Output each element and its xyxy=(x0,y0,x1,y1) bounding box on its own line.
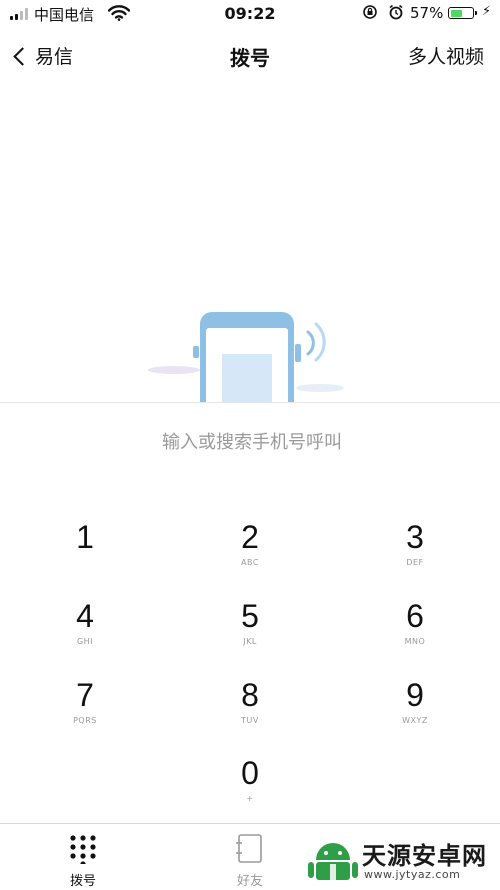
key-letters: PQRS xyxy=(73,716,97,725)
tab-friends[interactable]: 好友 xyxy=(190,824,310,890)
wifi-icon xyxy=(108,5,130,21)
watermark-text: 天源安卓网 xyxy=(362,842,487,870)
alarm-icon xyxy=(389,4,403,20)
key-digit: 8 xyxy=(241,677,259,713)
tab-label: 好友 xyxy=(236,874,263,889)
key-3[interactable]: 3 DEF xyxy=(355,518,475,584)
charging-bolt-icon: ⚡ xyxy=(482,4,492,19)
tab-label: 拨号 xyxy=(69,874,96,889)
phone-illustration-icon xyxy=(148,312,344,402)
key-digit: 0 xyxy=(241,755,259,791)
key-digit: 3 xyxy=(406,519,424,555)
tab-dial[interactable]: 拨号 xyxy=(23,824,143,890)
key-6[interactable]: 6 MNO xyxy=(355,597,475,663)
dialpad-icon xyxy=(70,835,96,864)
signal-bars-icon xyxy=(10,8,30,20)
key-digit: 7 xyxy=(76,677,94,713)
phone-number-input[interactable] xyxy=(50,424,454,460)
key-digit: 1 xyxy=(76,519,94,555)
key-letters: TUV xyxy=(241,716,259,725)
key-letters: JKL xyxy=(243,637,257,646)
key-8[interactable]: 8 TUV xyxy=(190,676,310,742)
status-bar: 中国电信 09:22 57% ⚡ xyxy=(0,0,500,28)
group-video-button[interactable]: 多人视频 xyxy=(408,42,484,69)
navigation-bar: 易信 拨号 多人视频 xyxy=(0,34,500,78)
key-2[interactable]: 2 ABC xyxy=(190,518,310,584)
key-7[interactable]: 7 PQRS xyxy=(25,676,145,742)
key-5[interactable]: 5 JKL xyxy=(190,597,310,663)
key-letters: ABC xyxy=(241,558,259,567)
watermark: 天源安卓网 www.jytyaz.com xyxy=(306,836,500,886)
key-1[interactable]: 1 xyxy=(25,518,145,584)
contacts-book-icon xyxy=(236,834,262,863)
clock-time: 09:22 xyxy=(224,4,276,23)
android-robot-logo-icon xyxy=(308,843,358,880)
key-letters: WXYZ xyxy=(402,716,428,725)
divider xyxy=(0,402,500,403)
key-digit: 4 xyxy=(76,598,94,634)
watermark-url: www.jytyaz.com xyxy=(364,868,461,881)
battery-level-fill xyxy=(450,9,462,17)
key-0[interactable]: 0 + xyxy=(190,754,310,820)
chevron-left-icon xyxy=(13,47,32,66)
battery-icon xyxy=(448,7,477,19)
key-letters: GHI xyxy=(76,637,94,646)
key-4[interactable]: 4 GHI xyxy=(25,597,145,663)
key-9[interactable]: 9 WXYZ xyxy=(355,676,475,742)
key-letters: + xyxy=(246,794,254,803)
rotation-lock-icon xyxy=(363,5,377,19)
back-button[interactable]: 易信 xyxy=(13,42,74,69)
key-letters: DEF xyxy=(406,558,424,567)
key-letters: MNO xyxy=(404,637,426,646)
key-digit: 5 xyxy=(241,598,259,634)
back-label: 易信 xyxy=(35,46,74,68)
key-digit: 9 xyxy=(406,677,424,713)
key-digit: 2 xyxy=(241,519,259,555)
carrier-name: 中国电信 xyxy=(34,6,95,24)
battery-percent: 57% xyxy=(410,4,444,22)
page-title: 拨号 xyxy=(230,46,270,70)
key-digit: 6 xyxy=(406,598,424,634)
